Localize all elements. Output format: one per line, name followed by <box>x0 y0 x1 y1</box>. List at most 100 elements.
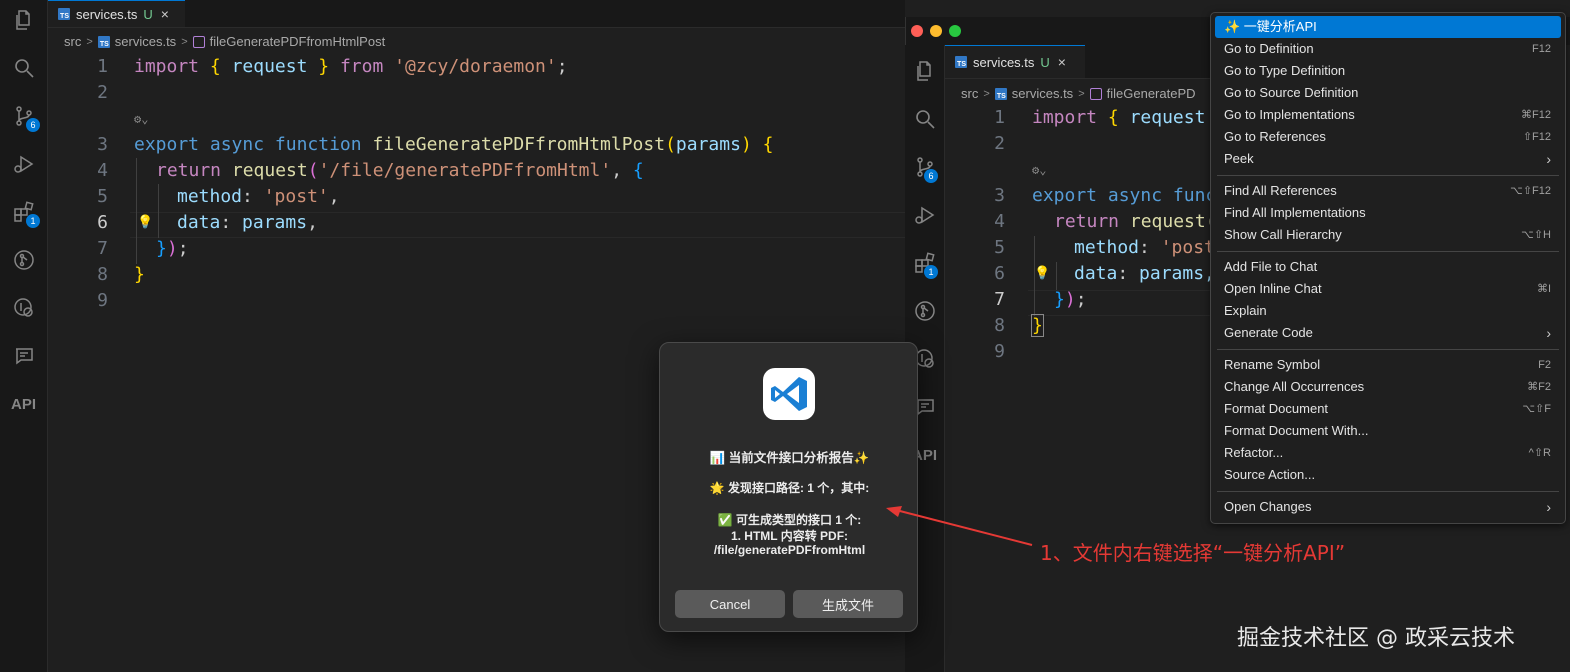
breadcrumb-symbol[interactable]: fileGeneratePDFfromHtmlPost <box>210 34 386 49</box>
menu-item-go-to-implementations[interactable]: Go to Implementations ⌘F12 <box>1215 104 1561 126</box>
tab-filename: services.ts <box>76 6 138 22</box>
code-line-6: data: params, <box>177 212 318 233</box>
menu-item-format-document[interactable]: Format Document ⌥⇧F <box>1215 398 1561 420</box>
right-code-editor[interactable]: 1 2 3 4 5 6 7 8 9 import { request ⚙⌄ ex… <box>945 105 1210 375</box>
tab-close-icon[interactable]: × <box>161 6 169 22</box>
breadcrumb-symbol[interactable]: fileGeneratePD <box>1107 86 1196 101</box>
menu-item-rename-symbol[interactable]: Rename Symbol F2 <box>1215 354 1561 376</box>
menu-item-add-file-to-chat[interactable]: Add File to Chat <box>1215 256 1561 278</box>
line-number: 1 <box>994 107 1005 128</box>
cancel-button[interactable]: Cancel <box>675 590 785 618</box>
menu-item-show-call-hierarchy[interactable]: Show Call Hierarchy ⌥⇧H <box>1215 224 1561 246</box>
menu-item-go-to-definition[interactable]: Go to Definition F12 <box>1215 38 1561 60</box>
code-line-6: data: params, <box>1074 263 1210 284</box>
breadcrumb-folder[interactable]: src <box>961 86 978 101</box>
tab-services-ts[interactable]: TS services.ts U × <box>48 0 185 27</box>
maximize-window-icon[interactable] <box>949 25 961 37</box>
typescript-file-icon: TS <box>955 56 967 68</box>
minimize-window-icon[interactable] <box>930 25 942 37</box>
dialog-found-count: 🌟 发现接口路径: 1 个，其中: <box>709 481 870 495</box>
menu-separator <box>1217 251 1559 252</box>
line-number-current: 7 <box>994 289 1005 310</box>
line-number: 7 <box>97 238 108 259</box>
lightbulb-icon[interactable]: 💡 <box>1034 261 1050 287</box>
right-breadcrumb: src > TS services.ts > fileGeneratePD <box>961 86 1209 101</box>
search-icon[interactable] <box>905 103 944 135</box>
code-line-1: import { request <box>1032 107 1206 128</box>
generate-file-button[interactable]: 生成文件 <box>793 590 903 618</box>
breadcrumb-separator-icon: > <box>181 35 188 48</box>
explorer-icon[interactable] <box>0 4 47 36</box>
symbol-function-icon <box>192 35 205 48</box>
lightbulb-icon[interactable]: 💡 <box>137 210 153 236</box>
menu-item-find-all-references[interactable]: Find All References ⌥⇧F12 <box>1215 180 1561 202</box>
menu-item-go-to-type-definition[interactable]: Go to Type Definition <box>1215 60 1561 82</box>
line-number: 9 <box>994 341 1005 362</box>
menu-item-find-all-implementations[interactable]: Find All Implementations <box>1215 202 1561 224</box>
close-window-icon[interactable] <box>911 25 923 37</box>
breadcrumb-file[interactable]: services.ts <box>1012 86 1073 101</box>
source-control-badge: 6 <box>924 169 938 183</box>
typescript-file-icon: TS <box>58 8 70 20</box>
codelens-icon[interactable]: ⚙⌄ <box>1032 157 1046 183</box>
code-line-5: method: 'post', <box>177 186 340 207</box>
run-debug-icon[interactable] <box>905 199 944 231</box>
dialog-typed-count: ✅ 可生成类型的接口 1 个: <box>717 513 862 527</box>
line-number: 5 <box>994 237 1005 258</box>
left-code-editor[interactable]: 1 2 3 4 5 6 7 8 9 import { request } fro… <box>0 54 905 354</box>
code-line-4: return request( <box>1054 211 1210 232</box>
typescript-file-icon: TS <box>994 87 1007 100</box>
tab-untracked-status: U <box>143 6 153 22</box>
line-number: 9 <box>97 290 108 311</box>
git-graph-icon[interactable] <box>905 295 944 327</box>
typescript-file-icon: TS <box>97 35 110 48</box>
code-line-7: }); <box>1054 289 1087 310</box>
tab-filename: services.ts <box>973 54 1035 70</box>
tab-untracked-status: U <box>1040 54 1050 70</box>
menu-item-generate-code[interactable]: Generate Code › <box>1215 322 1561 344</box>
breadcrumb-separator-icon: > <box>1078 87 1085 100</box>
extensions-badge: 1 <box>924 265 938 279</box>
menu-item-refactor[interactable]: Refactor... ^⇧R <box>1215 442 1561 464</box>
code-line-3: export async func <box>1032 185 1210 206</box>
code-line-5: method: 'post <box>1074 237 1210 258</box>
chevron-right-icon: › <box>1546 151 1551 167</box>
dialog-api-path: /file/generatePDFfromHtml <box>713 543 866 557</box>
codelens-icon[interactable]: ⚙⌄ <box>134 106 148 132</box>
line-number: 4 <box>994 211 1005 232</box>
editor-context-menu: ✨ 一键分析API Go to Definition F12 Go to Type… <box>1210 12 1566 524</box>
symbol-function-icon <box>1089 87 1102 100</box>
menu-item-format-document-with[interactable]: Format Document With... <box>1215 420 1561 442</box>
annotation-arrow <box>886 506 1033 546</box>
tab-close-icon[interactable]: × <box>1058 54 1066 70</box>
line-number: 8 <box>97 264 108 285</box>
code-line-1: import { request } from '@zcy/doraemon'; <box>134 56 568 77</box>
code-line-7: }); <box>156 238 189 259</box>
menu-separator <box>1217 491 1559 492</box>
menu-item-open-changes[interactable]: Open Changes › <box>1215 496 1561 518</box>
line-number: 4 <box>97 160 108 181</box>
menu-item-change-all-occurrences[interactable]: Change All Occurrences ⌘F2 <box>1215 376 1561 398</box>
watermark: 掘金技术社区 @ 政采云技术 <box>1237 626 1515 651</box>
line-number: 8 <box>994 315 1005 336</box>
breadcrumb-folder[interactable]: src <box>64 34 81 49</box>
tab-services-ts[interactable]: TS services.ts U × <box>945 45 1085 78</box>
line-number: 1 <box>97 56 108 77</box>
explorer-icon[interactable] <box>905 55 944 87</box>
menu-item-analyze-api[interactable]: ✨ 一键分析API <box>1215 16 1561 38</box>
code-line-8: } <box>1031 314 1044 337</box>
source-control-icon[interactable]: 6 <box>905 151 944 183</box>
breadcrumb-file[interactable]: services.ts <box>115 34 176 49</box>
menu-item-go-to-source-definition[interactable]: Go to Source Definition <box>1215 82 1561 104</box>
menu-item-peek[interactable]: Peek › <box>1215 148 1561 170</box>
menu-item-open-inline-chat[interactable]: Open Inline Chat ⌘I <box>1215 278 1561 300</box>
menu-item-source-action[interactable]: Source Action... <box>1215 464 1561 486</box>
vscode-logo-icon <box>763 368 815 420</box>
code-line-4: return request('/file/generatePDFfromHtm… <box>156 160 644 181</box>
extensions-icon[interactable]: 1 <box>905 247 944 279</box>
left-tab-bar: TS services.ts U × <box>48 0 905 28</box>
dialog-api-item: 1. HTML 内容转 PDF: <box>730 529 849 543</box>
line-number: 2 <box>97 82 108 103</box>
menu-item-go-to-references[interactable]: Go to References ⇧F12 <box>1215 126 1561 148</box>
menu-item-explain[interactable]: Explain <box>1215 300 1561 322</box>
